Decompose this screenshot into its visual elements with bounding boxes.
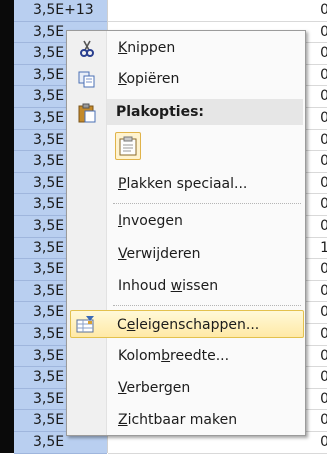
cell-b-value: 0 xyxy=(320,434,327,450)
menu-item-copy[interactable]: Kopiëren xyxy=(69,65,303,93)
menu-item-label: Kolombreedte... xyxy=(118,348,230,364)
cell-b-value: 0 xyxy=(320,390,327,407)
format-cells-icon xyxy=(76,315,96,333)
cell-b-value: 0 xyxy=(320,261,327,278)
cell-b-value: 0 xyxy=(320,131,327,148)
paste-option-button[interactable] xyxy=(115,132,141,160)
cell-b-value: 0 xyxy=(320,282,327,299)
menu-item-label: Kopiëren xyxy=(118,71,180,87)
cell-b-value: 0 xyxy=(320,326,327,342)
menu-item-unhide[interactable]: Zichtbaar maken xyxy=(69,406,303,434)
cell-b-value: 0 xyxy=(320,88,327,105)
cell-b-value: 0 xyxy=(320,23,327,40)
menu-item-cut[interactable]: Knippen xyxy=(69,34,303,62)
menu-item-label: Knippen xyxy=(118,40,176,56)
menu-item-column-width[interactable]: Kolombreedte... xyxy=(69,342,303,370)
menu-item-label: Inhoud wissen xyxy=(118,278,219,294)
paste-icon xyxy=(119,136,137,160)
menu-item-label: Invoegen xyxy=(118,213,183,229)
menu-item-format-cells[interactable]: Celeigenschappen... xyxy=(70,310,304,338)
cell-a[interactable]: 3,5E+13 xyxy=(14,0,107,22)
menu-separator xyxy=(113,203,301,204)
menu-item-paste-special[interactable]: Plakken speciaal... xyxy=(69,170,303,198)
cell-b-value: 0 xyxy=(320,196,327,213)
cell-b-value: 0 xyxy=(320,174,327,191)
menu-item-label: Celeigenschappen... xyxy=(117,317,260,333)
cell-b-value: 1 xyxy=(320,239,327,256)
cell-b-value: 0 xyxy=(320,412,327,429)
menu-item-insert[interactable]: Invoegen xyxy=(69,207,303,235)
row-header-strip xyxy=(0,0,14,453)
cell-b-value: 0 xyxy=(320,153,327,170)
cell-b-value: 0 xyxy=(320,347,327,364)
menu-item-label: Zichtbaar maken xyxy=(118,412,238,428)
menu-separator xyxy=(113,305,301,306)
menu-item-label: Plakken speciaal... xyxy=(118,176,248,192)
scissors-icon xyxy=(77,39,97,57)
cell-b-value: 0 xyxy=(320,66,327,83)
cell-b[interactable]: 0 xyxy=(108,0,327,22)
menu-item-label: Verbergen xyxy=(118,380,191,396)
cell-b-value: 0 xyxy=(320,2,327,18)
cell-b-value: 0 xyxy=(320,304,327,321)
cell-b-value: 0 xyxy=(320,110,327,126)
cell-b-value: 0 xyxy=(320,218,327,234)
menu-item-label: Verwijderen xyxy=(118,246,201,262)
menu-item-hide[interactable]: Verbergen xyxy=(69,374,303,402)
paste-options-header: Plakopties: xyxy=(107,99,303,125)
cell-b-value: 0 xyxy=(320,45,327,62)
context-menu: Knippen Kopiëren Plakopties: Plakken spe… xyxy=(66,30,306,436)
menu-item-clear-contents[interactable]: Inhoud wissen xyxy=(69,272,303,300)
paste-options-label: Plakopties: xyxy=(116,104,204,120)
clipboard-icon xyxy=(77,103,97,123)
copy-icon xyxy=(77,70,97,88)
menu-item-delete[interactable]: Verwijderen xyxy=(69,240,303,268)
cell-b-value: 0 xyxy=(320,369,327,386)
